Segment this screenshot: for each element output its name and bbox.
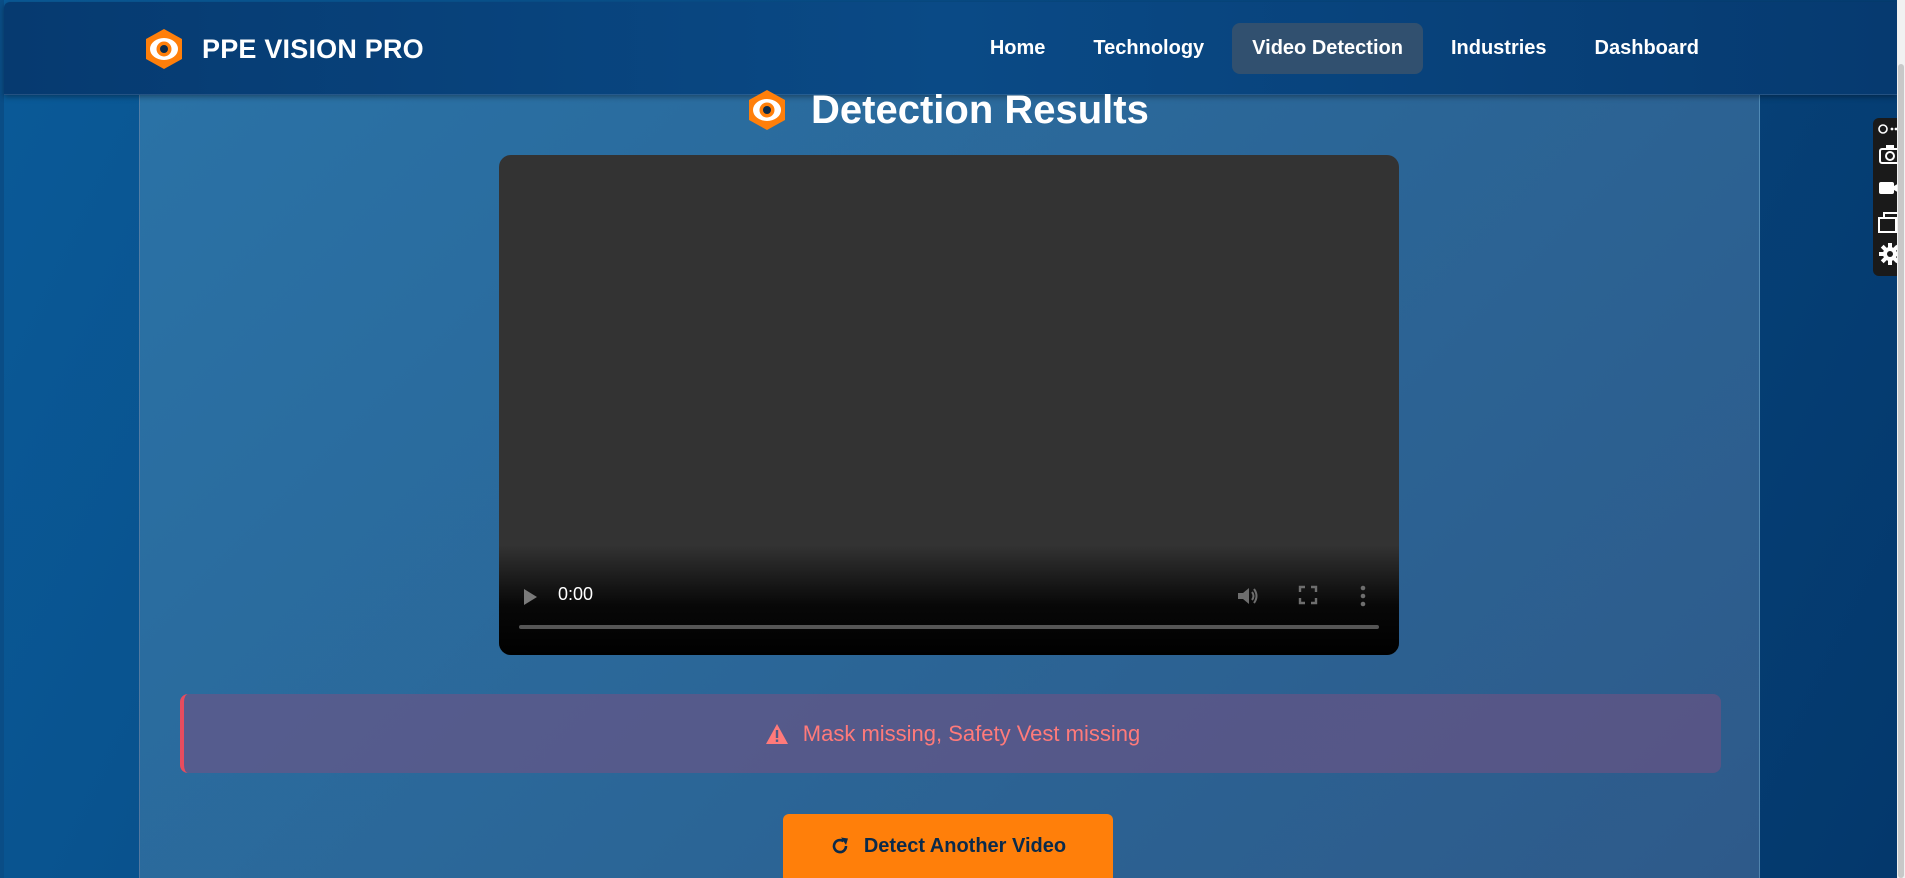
video-progress-bar[interactable] (519, 625, 1379, 629)
detection-alert: Mask missing, Safety Vest missing (180, 694, 1721, 773)
nav-dashboard[interactable]: Dashboard (1575, 23, 1719, 74)
play-icon[interactable] (521, 587, 539, 607)
volume-icon[interactable] (1236, 585, 1260, 607)
nav-technology[interactable]: Technology (1073, 23, 1224, 74)
nav-industries[interactable]: Industries (1431, 23, 1567, 74)
hexagon-eye-logo-icon (146, 29, 182, 69)
nav-video-detection[interactable]: Video Detection (1232, 23, 1423, 74)
detect-another-label: Detect Another Video (863, 834, 1067, 857)
alert-message: Mask missing, Safety Vest missing (802, 720, 1141, 746)
video-player[interactable]: 0:00 (499, 155, 1399, 655)
results-title: Detection Results (811, 87, 1149, 132)
results-heading: Detection Results (745, 88, 1149, 132)
navbar: PPE VISION PRO Home Technology Video Det… (4, 2, 1897, 95)
more-vert-icon[interactable] (1359, 585, 1367, 607)
nav-home[interactable]: Home (970, 23, 1066, 74)
video-controls-overlay (499, 545, 1399, 655)
brand[interactable]: PPE VISION PRO (142, 28, 424, 70)
redo-icon (832, 837, 848, 854)
scrollbar-thumb[interactable] (1898, 64, 1904, 878)
brand-name: PPE VISION PRO (202, 33, 424, 64)
fullscreen-icon[interactable] (1298, 585, 1318, 605)
video-current-time: 0:00 (558, 584, 594, 604)
detect-another-video-button[interactable]: Detect Another Video (783, 814, 1113, 878)
main-nav: Home Technology Video Detection Industri… (970, 23, 1719, 74)
hexagon-eye-logo-icon (749, 90, 785, 130)
warning-triangle-icon (765, 723, 788, 744)
